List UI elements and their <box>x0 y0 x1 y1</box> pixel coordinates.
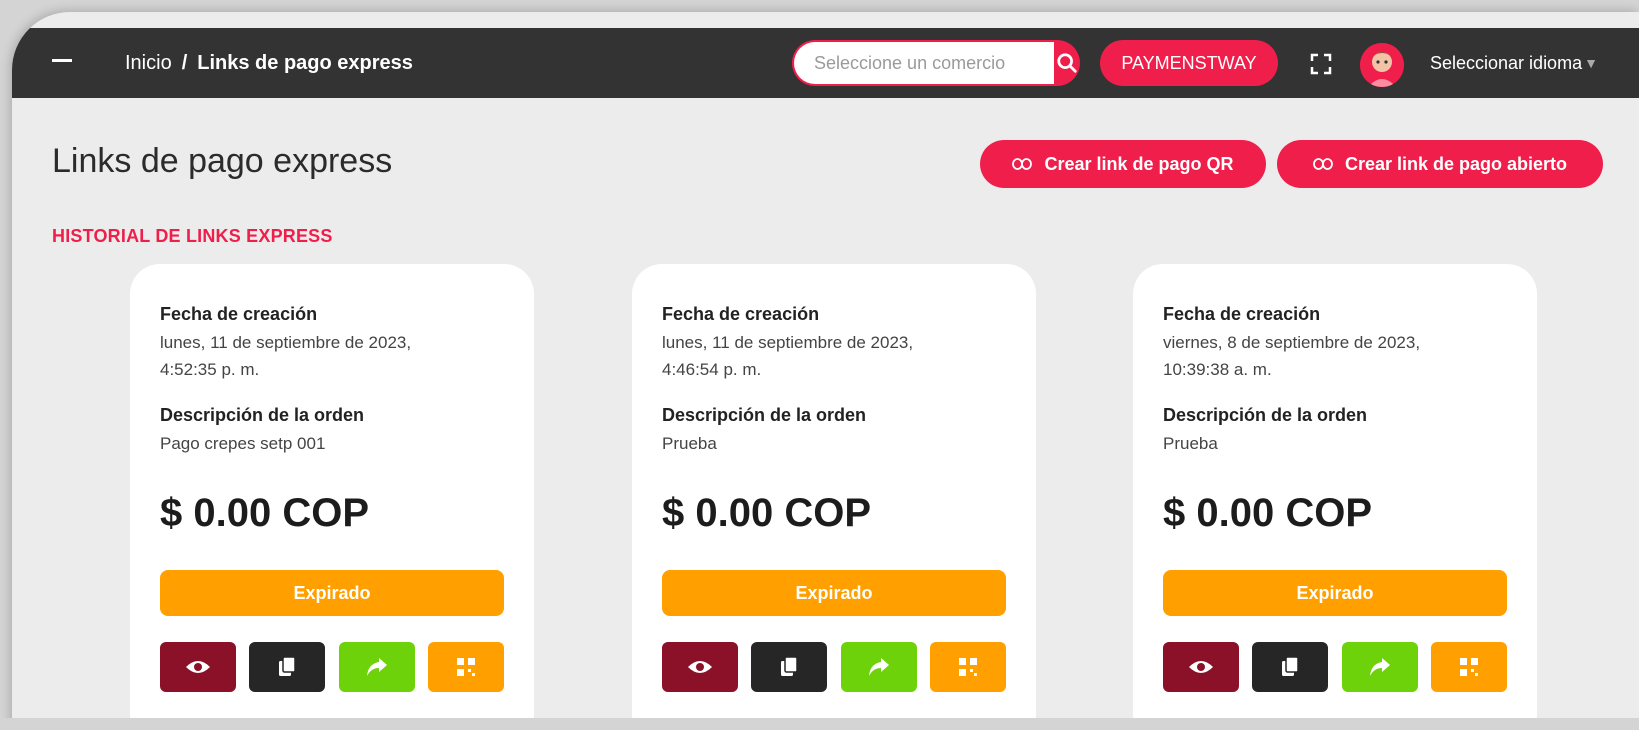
eye-icon <box>186 661 210 673</box>
qr-icon <box>1459 658 1478 676</box>
link-icon <box>1012 158 1033 170</box>
view-button[interactable] <box>160 642 236 692</box>
page-title: Links de pago express <box>52 142 393 180</box>
description-value: Pago crepes setp 001 <box>160 434 326 453</box>
description-label: Descripción de la orden <box>160 405 365 425</box>
copy-button[interactable] <box>751 642 828 692</box>
link-card: Fecha de creación lunes, 11 de septiembr… <box>632 264 1036 730</box>
link-card: Fecha de creación lunes, 11 de septiembr… <box>130 264 534 730</box>
create-qr-link-button[interactable]: Crear link de pago QR <box>980 140 1266 188</box>
date-label: Fecha de creación <box>662 304 820 324</box>
view-button[interactable] <box>662 642 738 692</box>
amount: $ 0.00 COP <box>662 491 872 535</box>
copy-icon <box>1282 656 1300 676</box>
date-value: lunes, 11 de septiembre de 2023, 4:52:35 … <box>160 333 412 379</box>
brand-button[interactable]: PAYMENSTWAY <box>1100 40 1278 86</box>
card-actions <box>662 642 1006 692</box>
bottom-border <box>0 718 1639 730</box>
breadcrumb-current: Links de pago express <box>197 51 413 74</box>
copy-button[interactable] <box>249 642 326 692</box>
share-button[interactable] <box>840 642 917 692</box>
status-badge: Expirado <box>1163 570 1507 616</box>
date-value: lunes, 11 de septiembre de 2023, 4:46:54 … <box>662 333 914 379</box>
date-value: viernes, 8 de septiembre de 2023, 10:39:3… <box>1163 333 1421 379</box>
merchant-search-input[interactable] <box>792 40 1054 86</box>
fullscreen-icon[interactable] <box>1310 53 1332 75</box>
qr-button[interactable] <box>929 642 1006 692</box>
merchant-search <box>792 40 1080 86</box>
language-label: Seleccionar idioma <box>1430 52 1583 73</box>
create-open-link-button[interactable]: Crear link de pago abierto <box>1277 140 1603 188</box>
breadcrumb-separator: / <box>181 51 188 74</box>
eye-icon <box>688 661 712 673</box>
description-label: Descripción de la orden <box>662 405 867 425</box>
qr-icon <box>456 658 475 676</box>
qr-button[interactable] <box>427 642 504 692</box>
create-qr-link-label: Crear link de pago QR <box>1044 153 1234 174</box>
link-card: Fecha de creación viernes, 8 de septiemb… <box>1133 264 1537 730</box>
top-bar: Inicio / Links de pago express PAYMENSTW… <box>12 28 1639 98</box>
status-badge: Expirado <box>160 570 504 616</box>
amount: $ 0.00 COP <box>1163 491 1373 535</box>
qr-button[interactable] <box>1430 642 1507 692</box>
description-value: Prueba <box>1163 434 1218 453</box>
date-label: Fecha de creación <box>160 304 318 324</box>
status-badge: Expirado <box>662 570 1006 616</box>
language-selector[interactable]: Seleccionar idioma ▼ <box>1430 28 1598 98</box>
breadcrumb: Inicio / Links de pago express <box>125 28 413 98</box>
copy-icon <box>279 656 297 676</box>
search-icon <box>1057 53 1077 73</box>
qr-icon <box>958 658 977 676</box>
share-button[interactable] <box>338 642 415 692</box>
link-icon <box>1313 158 1333 170</box>
copy-icon <box>781 656 799 676</box>
share-icon <box>868 658 889 676</box>
avatar[interactable] <box>1360 43 1404 87</box>
eye-icon <box>1189 661 1213 673</box>
card-actions <box>1163 642 1507 692</box>
app-frame: Inicio / Links de pago express PAYMENSTW… <box>12 12 1639 730</box>
copy-button[interactable] <box>1252 642 1329 692</box>
avatar-image <box>1360 43 1404 87</box>
share-button[interactable] <box>1341 642 1418 692</box>
description-value: Prueba <box>662 434 717 453</box>
chevron-down-icon: ▼ <box>1584 55 1598 71</box>
amount: $ 0.00 COP <box>160 491 370 535</box>
date-label: Fecha de creación <box>1163 304 1321 324</box>
search-button[interactable] <box>1054 40 1080 86</box>
share-icon <box>366 658 387 676</box>
description-label: Descripción de la orden <box>1163 405 1368 425</box>
section-title: HISTORIAL DE LINKS EXPRESS <box>52 226 333 246</box>
card-actions <box>160 642 504 692</box>
share-icon <box>1369 658 1390 676</box>
menu-icon[interactable] <box>52 59 72 62</box>
view-button[interactable] <box>1163 642 1239 692</box>
create-open-link-label: Crear link de pago abierto <box>1344 153 1568 174</box>
breadcrumb-home[interactable]: Inicio <box>125 52 172 75</box>
